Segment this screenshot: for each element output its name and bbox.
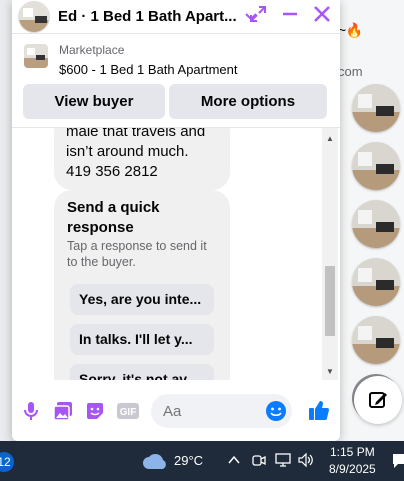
- message-line: 419 356 2812: [66, 163, 158, 180]
- close-button[interactable]: [310, 2, 334, 26]
- minimize-button[interactable]: [278, 2, 302, 26]
- microphone-icon[interactable]: [20, 400, 42, 422]
- message-line: male that travels and: [66, 128, 206, 140]
- notification-badge[interactable]: 12: [0, 452, 14, 472]
- sticker-icon[interactable]: [84, 400, 106, 422]
- quick-response-card: Send a quick response Tap a response to …: [54, 190, 230, 380]
- weather-temperature[interactable]: 29°C: [174, 453, 203, 468]
- minimize-icon: [283, 12, 297, 16]
- windows-taskbar: 12 29°C 1:15 PM 8/9/2025: [0, 441, 404, 481]
- cloud-icon[interactable]: [142, 452, 168, 475]
- marketplace-listing: Marketplace $600 - 1 Bed 1 Bath Apartmen…: [12, 34, 340, 128]
- message-composer: GIF: [12, 380, 340, 441]
- svg-text:GIF: GIF: [120, 407, 137, 418]
- chat-heads: +4: [352, 84, 402, 422]
- thumbs-up-icon[interactable]: [307, 398, 331, 422]
- chat-head-avatar[interactable]: [352, 84, 400, 132]
- quick-response-option[interactable]: Yes, are you inte...: [70, 284, 214, 315]
- meet-now-icon[interactable]: [252, 453, 266, 470]
- incoming-message: male that travels and isn’t around much.…: [54, 128, 230, 190]
- listing-thumbnail[interactable]: [24, 44, 48, 68]
- chat-title[interactable]: Ed · 1 Bed 1 Bath Apart...: [58, 8, 237, 25]
- message-line: isn’t around much.: [66, 143, 189, 160]
- chat-head-avatar[interactable]: [352, 142, 400, 190]
- listing-title[interactable]: $600 - 1 Bed 1 Bath Apartment: [59, 62, 238, 77]
- gif-icon[interactable]: GIF: [115, 400, 141, 422]
- quick-response-title: Send a quick response: [67, 199, 160, 236]
- chat-head-avatar[interactable]: [352, 258, 400, 306]
- message-scrollbar[interactable]: ▲ ▼: [322, 128, 338, 380]
- header-actions: [246, 2, 334, 26]
- background-text: com: [338, 64, 363, 79]
- clock-date[interactable]: 8/9/2025: [329, 462, 376, 476]
- expand-icon: [250, 6, 266, 22]
- scroll-up-arrow-icon[interactable]: ▲: [326, 134, 334, 143]
- chat-header[interactable]: Ed · 1 Bed 1 Bath Apart...: [12, 0, 340, 34]
- network-icon[interactable]: [275, 453, 291, 470]
- view-buyer-button[interactable]: View buyer: [23, 84, 165, 119]
- emoji-icon[interactable]: [265, 400, 287, 422]
- scroll-down-arrow-icon[interactable]: ▼: [326, 367, 334, 376]
- chat-window: Ed · 1 Bed 1 Bath Apart... Marketplace $…: [12, 0, 340, 441]
- message-thread[interactable]: male that travels and isn’t around much.…: [12, 128, 326, 380]
- volume-icon[interactable]: [298, 452, 314, 470]
- quick-response-option[interactable]: In talks. I'll let y...: [70, 324, 214, 355]
- quick-response-subtitle: Tap a response to send it to the buyer.: [67, 239, 207, 269]
- contact-avatar[interactable]: [18, 0, 50, 33]
- chat-head-avatar[interactable]: [352, 316, 400, 364]
- compose-icon: [369, 392, 387, 408]
- quick-response-option[interactable]: Sorry, it's not av...: [70, 364, 214, 380]
- new-message-button[interactable]: [354, 376, 402, 424]
- notification-center-icon[interactable]: [392, 452, 404, 470]
- background-contact-name: ~🔥: [338, 22, 363, 38]
- chat-head-avatar[interactable]: [352, 200, 400, 248]
- gallery-icon[interactable]: [52, 400, 74, 422]
- listing-source: Marketplace: [59, 43, 125, 57]
- close-icon: [314, 6, 330, 22]
- more-options-button[interactable]: More options: [169, 84, 327, 119]
- clock-time[interactable]: 1:15 PM: [330, 445, 375, 459]
- chevron-up-icon[interactable]: [228, 453, 240, 468]
- scrollbar-thumb[interactable]: [325, 266, 335, 336]
- expand-button[interactable]: [246, 2, 270, 26]
